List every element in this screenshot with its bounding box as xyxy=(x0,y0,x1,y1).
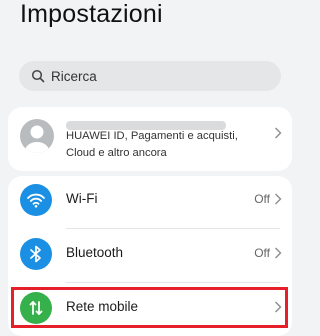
account-description-line2: Cloud e altro ancora xyxy=(66,147,167,159)
mobile-data-icon xyxy=(20,292,52,324)
bluetooth-status: Off xyxy=(254,246,270,260)
settings-item-mobile-network[interactable]: Rete mobile xyxy=(8,284,292,332)
page-title: Impostazioni xyxy=(20,0,163,28)
search-placeholder: Ricerca xyxy=(51,68,97,84)
chevron-right-icon xyxy=(274,193,282,205)
chevron-right-icon xyxy=(274,247,282,259)
chevron-right-icon xyxy=(274,301,282,313)
network-card: Wi-Fi Off Bluetooth Off Rete mobile xyxy=(8,176,292,336)
divider xyxy=(66,228,280,229)
wifi-status: Off xyxy=(254,192,270,206)
wifi-label: Wi-Fi xyxy=(66,191,98,206)
wifi-icon xyxy=(20,184,52,216)
bluetooth-icon xyxy=(20,238,52,270)
bluetooth-label: Bluetooth xyxy=(66,245,124,260)
account-description-line1: HUAWEI ID, Pagamenti e acquisti, xyxy=(66,130,238,142)
divider xyxy=(66,282,280,283)
search-icon xyxy=(31,69,45,83)
settings-item-wifi[interactable]: Wi-Fi Off xyxy=(8,176,292,224)
avatar xyxy=(20,119,54,153)
account-card[interactable]: HUAWEI ID, Pagamenti e acquisti, Cloud e… xyxy=(8,107,292,171)
account-description: HUAWEI ID, Pagamenti e acquisti, Cloud e… xyxy=(66,128,266,162)
chevron-right-icon xyxy=(274,127,282,139)
mobile-network-label: Rete mobile xyxy=(66,299,139,314)
search-bar[interactable]: Ricerca xyxy=(19,61,281,91)
settings-item-bluetooth[interactable]: Bluetooth Off xyxy=(8,230,292,278)
